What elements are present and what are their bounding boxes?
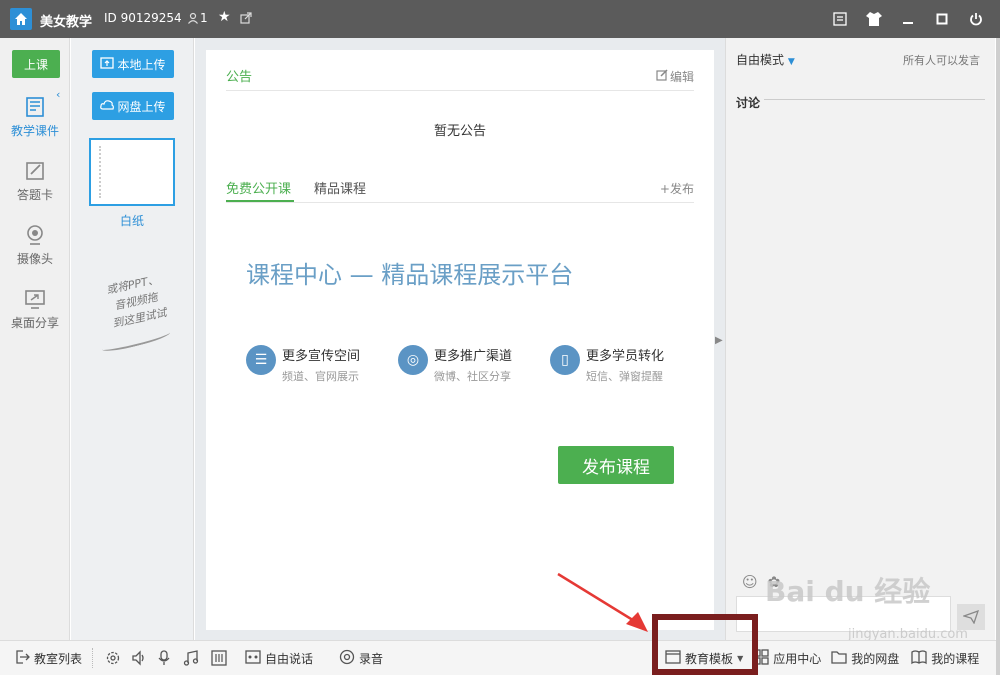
start-class-button[interactable]: 上课 <box>12 50 60 78</box>
whiteboard-thumbnail[interactable] <box>89 138 175 206</box>
nav-item-courseware[interactable]: 教学课件 <box>0 96 70 139</box>
edit-icon <box>656 69 668 84</box>
feature-student-conversion: ▯ 更多学员转化 短信、弹窗提醒 <box>550 345 664 384</box>
chevron-down-icon: ▼ <box>787 57 795 67</box>
mode-description: 所有人可以发言 <box>903 54 980 67</box>
send-icon <box>963 610 979 624</box>
user-count: 1 <box>200 11 208 25</box>
annotation-highlight-box <box>652 614 758 675</box>
power-icon[interactable] <box>966 9 986 29</box>
window-edge <box>996 38 1000 675</box>
courseware-icon <box>24 96 46 118</box>
tab-free-course[interactable]: 免费公开课 <box>226 178 291 197</box>
mixer-icon[interactable] <box>211 650 227 666</box>
bottom-toolbar: 教室列表 自由说话 录音 教育模板 ▼ 应用中心 我的网盘 我的课程 <box>0 640 996 675</box>
nav-item-screen-share[interactable]: 桌面分享 <box>0 288 70 331</box>
mode-select[interactable]: 自由模式 ▼ <box>736 51 795 68</box>
watermark-logo: Bai du 经验 <box>765 575 931 608</box>
thumbnail-label: 白纸 <box>119 214 144 228</box>
speaker-icon[interactable] <box>131 650 147 666</box>
camera-icon <box>24 224 46 246</box>
notes-icon[interactable] <box>830 9 850 29</box>
file-panel: 本地上传 网盘上传 白纸 或将PPT、 音视频拖 到这里试试 <box>71 38 194 640</box>
minimize-icon[interactable] <box>898 9 918 29</box>
user-icon <box>187 12 199 27</box>
feature-promotion-space: ☰ 更多宣传空间 频道、官网展示 <box>246 345 360 384</box>
my-courses-button[interactable]: 我的课程 <box>911 649 979 668</box>
screen-share-icon <box>24 288 46 310</box>
content-card: 公告 编辑 暂无公告 免费公开课 精品课程 +发布 课程中心 — 精品课程展示平… <box>206 50 714 630</box>
folder-icon <box>831 649 847 668</box>
notice-title: 公告 <box>226 70 253 85</box>
publish-course-button[interactable]: 发布课程 <box>558 446 674 484</box>
my-cloud-button[interactable]: 我的网盘 <box>831 649 899 668</box>
feature-promotion-channel: ◎ 更多推广渠道 微博、社区分享 <box>398 345 512 384</box>
emoji-icon[interactable]: ☺ <box>742 573 758 591</box>
music-icon[interactable] <box>183 650 199 666</box>
maximize-icon[interactable] <box>932 9 952 29</box>
drag-hint: 或将PPT、 音视频拖 到这里试试 <box>105 273 168 331</box>
plus-icon: + <box>659 182 670 196</box>
record-icon <box>339 649 355 668</box>
promo-title: 课程中心 — 精品课程展示平台 <box>246 261 574 289</box>
weibo-icon: ◎ <box>398 345 428 375</box>
record-button[interactable]: 录音 <box>339 649 383 668</box>
title-bar: 美女教学 ID 90129254 1 ★ <box>0 0 1000 38</box>
edit-notice-button[interactable]: 编辑 <box>656 68 694 85</box>
expand-panel-icon[interactable]: ▶ <box>715 335 723 346</box>
app-title: 美女教学 <box>40 15 93 30</box>
book-icon <box>911 649 927 668</box>
share-icon[interactable] <box>240 12 252 27</box>
cloud-upload-button[interactable]: 网盘上传 <box>92 92 174 120</box>
discussion-label: 讨论 <box>736 96 761 110</box>
free-talk-icon <box>245 649 261 668</box>
microphone-icon[interactable] <box>157 650 171 666</box>
window-controls <box>830 9 986 29</box>
local-upload-button[interactable]: 本地上传 <box>92 50 174 78</box>
cloud-icon <box>100 99 115 114</box>
list-icon: ☰ <box>246 345 276 375</box>
chat-panel: 自由模式 ▼ 所有人可以发言 讨论 ☺ ✿ <box>725 38 995 640</box>
app-center-button[interactable]: 应用中心 <box>753 648 821 668</box>
divider <box>226 90 694 91</box>
empty-notice-text: 暂无公告 <box>433 124 486 139</box>
exit-icon <box>14 649 30 668</box>
home-icon[interactable] <box>10 8 32 30</box>
separator <box>92 648 94 668</box>
nav-label: 教学课件 <box>10 124 59 138</box>
answer-card-icon <box>24 160 46 182</box>
publish-link[interactable]: +发布 <box>660 180 694 197</box>
free-talk-button[interactable]: 自由说话 <box>245 649 313 668</box>
nav-item-answer-card[interactable]: 答题卡 <box>0 160 70 203</box>
room-list-button[interactable]: 教室列表 <box>14 649 82 668</box>
nav-label: 桌面分享 <box>10 316 59 330</box>
nav-item-camera[interactable]: 摄像头 <box>0 224 70 267</box>
divider <box>226 202 694 203</box>
divider <box>764 99 985 100</box>
nav-label: 答题卡 <box>16 188 53 202</box>
room-id: ID 90129254 <box>104 11 182 25</box>
left-nav: 上课 ‹ 教学课件 答题卡 摄像头 桌面分享 <box>0 38 70 640</box>
star-icon[interactable]: ★ <box>218 9 231 25</box>
upload-icon <box>100 56 115 72</box>
nav-label: 摄像头 <box>16 252 53 266</box>
skin-icon[interactable] <box>864 9 884 29</box>
tab-premium-course[interactable]: 精品课程 <box>314 178 366 197</box>
settings-icon[interactable] <box>105 650 121 666</box>
phone-icon: ▯ <box>550 345 580 375</box>
